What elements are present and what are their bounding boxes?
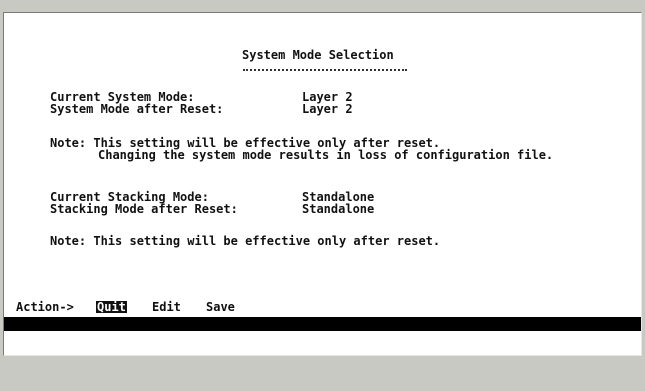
stacking-mode-after-reset-label: Stacking Mode after Reset: — [50, 202, 238, 216]
system-mode-after-reset-value[interactable]: Layer 2 — [302, 103, 353, 115]
quit-menu-item[interactable]: Quit — [96, 301, 127, 313]
note-stacking-reset: Note: This setting will be effective onl… — [50, 234, 441, 248]
save-menu-item[interactable]: Save — [206, 301, 235, 313]
status-bar — [4, 317, 641, 331]
action-prompt: Action-> — [16, 300, 74, 314]
stacking-mode-after-reset-value[interactable]: Standalone — [302, 203, 374, 215]
terminal-screen: System Mode Selection Current System Mod… — [4, 13, 641, 355]
system-mode-after-reset-label: System Mode after Reset: — [50, 102, 224, 116]
page-title: System Mode Selection — [242, 48, 394, 62]
edit-menu-item[interactable]: Edit — [152, 301, 181, 313]
title-underline — [243, 69, 407, 71]
note-config-loss: Changing the system mode results in loss… — [98, 148, 554, 162]
terminal-window: System Mode Selection Current System Mod… — [3, 12, 642, 356]
